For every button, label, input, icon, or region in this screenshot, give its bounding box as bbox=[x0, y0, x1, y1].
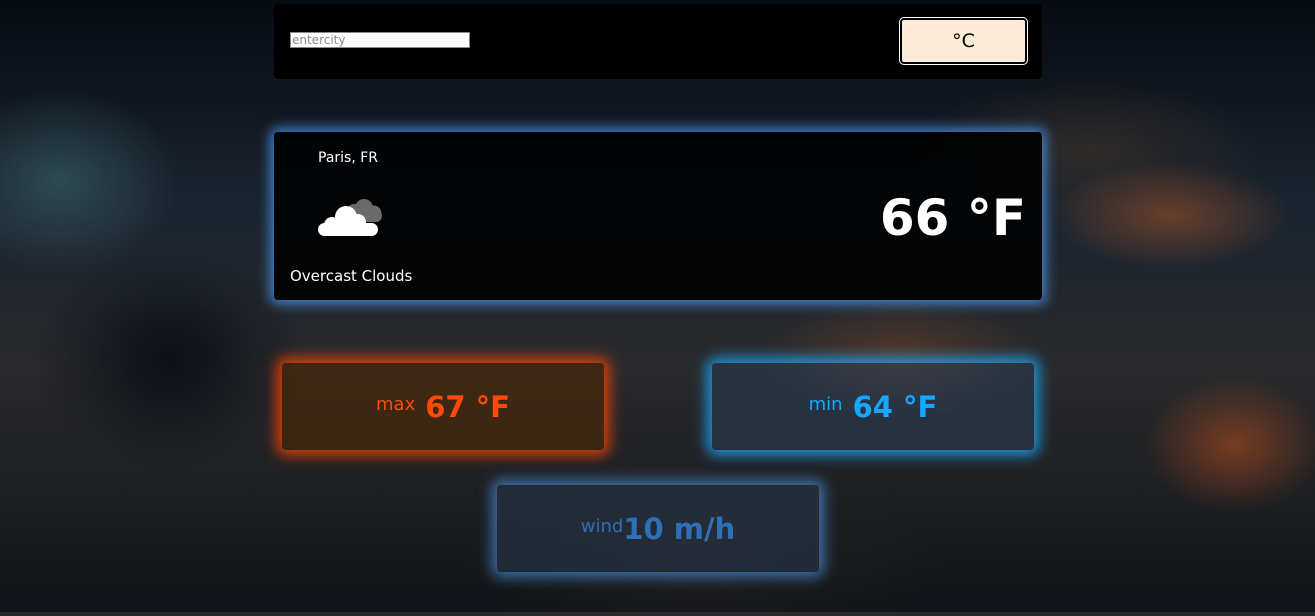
max-label: max bbox=[376, 394, 416, 415]
max-temp-value: 67 °F bbox=[425, 389, 510, 424]
window-bottom-edge bbox=[0, 612, 1315, 616]
current-weather-card: Paris, FR Overcast Clouds 66 °F bbox=[274, 132, 1042, 300]
current-temperature: 66 °F bbox=[879, 189, 1026, 247]
city-search-input[interactable] bbox=[290, 32, 470, 48]
wind-card: wind 10 m/h bbox=[497, 485, 819, 572]
min-temp-value: 64 °F bbox=[852, 389, 938, 424]
max-temp-card: max 67 °F bbox=[282, 363, 604, 450]
location-label: Paris, FR bbox=[318, 150, 379, 166]
wind-speed-value: 10 m/h bbox=[623, 511, 736, 546]
cloud-icon bbox=[314, 190, 390, 242]
min-temp-card: min 64 °F bbox=[712, 363, 1034, 450]
wind-label: wind bbox=[580, 516, 624, 537]
search-bar: °C bbox=[274, 4, 1042, 79]
unit-toggle-button[interactable]: °C bbox=[900, 18, 1027, 64]
min-label: min bbox=[808, 394, 843, 415]
weather-condition: Overcast Clouds bbox=[290, 267, 413, 285]
